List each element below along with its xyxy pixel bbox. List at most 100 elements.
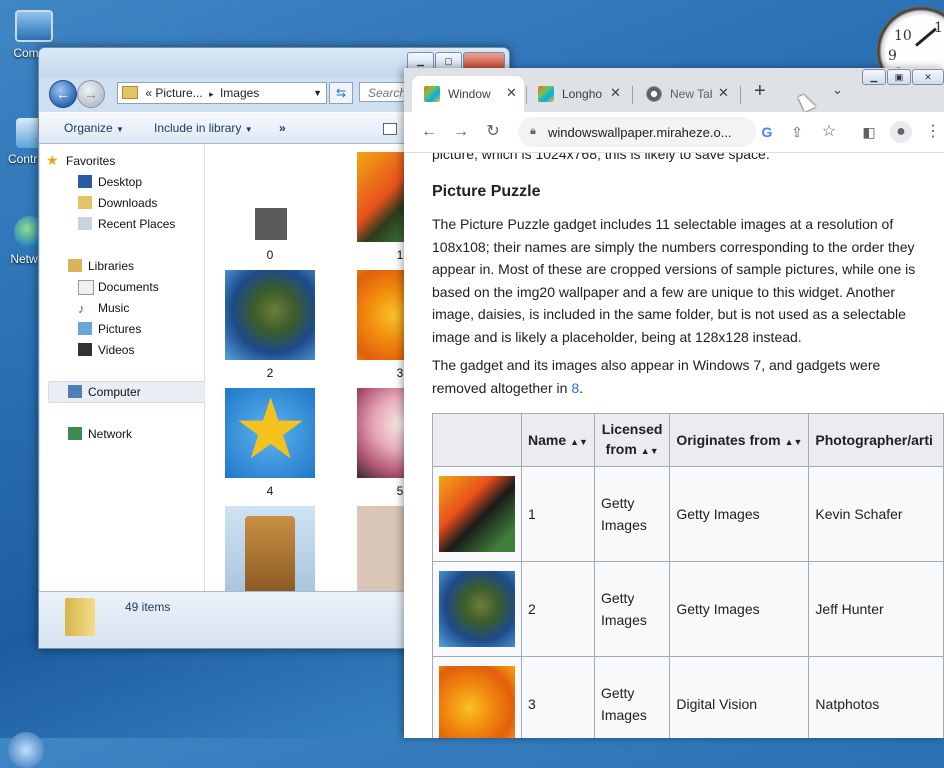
more-commands-button[interactable]: » [279, 121, 286, 135]
close-tab-icon[interactable]: ✕ [610, 85, 621, 101]
back-arrow-icon[interactable]: ← [418, 121, 440, 143]
nav-label: Network [88, 427, 133, 441]
tab-windows-wallpaper[interactable]: Window ✕ [412, 76, 524, 112]
nav-downloads[interactable]: Downloads [78, 196, 157, 210]
nav-desktop[interactable]: Desktop [78, 175, 143, 189]
share-icon[interactable]: ⇪ [786, 121, 808, 143]
new-tab-button[interactable]: + [754, 80, 766, 103]
side-panel-icon[interactable]: ◧ [858, 121, 880, 143]
google-lens-icon[interactable]: G [756, 121, 778, 143]
file-label[interactable]: 0 [225, 248, 315, 262]
header-label: Name [528, 432, 567, 448]
nav-label: Desktop [98, 175, 143, 189]
breadcrumb-overflow[interactable]: « [145, 86, 152, 100]
file-thumbnail-robot[interactable] [225, 506, 315, 592]
omnibox[interactable]: 🔒︎ windowswallpaper.miraheze.o... [518, 117, 756, 147]
table-cell-name: 2 [521, 561, 595, 657]
organize-label: Organize [64, 121, 113, 135]
table-cell-name: 1 [521, 466, 595, 562]
maximize-button[interactable]: ▣ [887, 69, 911, 85]
nav-recent-places[interactable]: Recent Places [78, 217, 175, 231]
breadcrumb-arrow-icon[interactable]: ▸ [209, 89, 214, 99]
music-icon: ♪ [78, 301, 85, 316]
close-button[interactable]: ✕ [912, 69, 944, 85]
view-options-icon[interactable] [383, 123, 397, 135]
table-cell-photographer: Kevin Schafer [808, 466, 944, 562]
table-header-photographer[interactable]: Photographer/arti [808, 413, 944, 467]
tab-new-tab[interactable]: New Tab ✕ [634, 76, 738, 112]
minimize-button[interactable]: ▁ [862, 69, 886, 85]
tab-title: Longho [562, 87, 603, 101]
nav-videos[interactable]: Videos [78, 343, 135, 357]
nav-favorites[interactable]: ★ Favorites [46, 152, 115, 168]
header-label: Photographer/arti [815, 432, 933, 448]
reload-icon[interactable]: ↻ [482, 121, 504, 143]
paragraph-text: The gadget and its images also appear in… [432, 354, 922, 399]
paragraph-text-part: . [579, 379, 583, 396]
paragraph-text: picture, which is 1024x768; this is like… [432, 153, 770, 162]
nav-music[interactable]: ♪ Music [78, 301, 129, 316]
table-header-row: Name ▲▼ Licensed from ▲▼ Originates from ▲▼… [432, 413, 944, 467]
bookmark-star-icon[interactable]: ☆ [818, 121, 840, 143]
include-in-library-menu[interactable]: Include in library ▼ [154, 121, 253, 135]
chrome-toolbar: ← → ↻ 🔒︎ windowswallpaper.miraheze.o... … [404, 112, 944, 153]
section-heading: Picture Puzzle [432, 183, 541, 200]
nav-documents[interactable]: Documents [78, 280, 159, 295]
close-tab-icon[interactable]: ✕ [506, 85, 517, 101]
dropdown-arrow-icon: ▼ [116, 125, 124, 134]
table-header-licensed[interactable]: Licensed from ▲▼ [593, 413, 671, 467]
table-header-name[interactable]: Name ▲▼ [521, 413, 595, 467]
table-header-originates[interactable]: Originates from ▲▼ [669, 413, 810, 467]
organize-menu[interactable]: Organize ▼ [64, 121, 124, 135]
windows-8-link[interactable]: 8 [571, 380, 579, 396]
downloads-folder-icon [78, 196, 92, 209]
nav-label: Videos [98, 343, 135, 357]
robot-shape [245, 516, 295, 592]
table-cell-licensed: Getty Images [593, 561, 671, 657]
nav-label: Pictures [98, 322, 142, 336]
start-orb[interactable] [8, 732, 44, 768]
chrome-icon [646, 86, 662, 102]
chrome-window[interactable]: Window ✕ Longho ✕ New Tab ✕ + ⌄ ▁ ▣ ✕ ← … [404, 68, 944, 738]
forward-button[interactable]: → [77, 80, 105, 108]
nav-network[interactable]: Network [68, 427, 133, 441]
nav-pictures[interactable]: Pictures [78, 322, 142, 336]
tab-longhorn[interactable]: Longho ✕ [526, 76, 630, 112]
table-cell-image [432, 656, 522, 738]
profile-avatar-icon[interactable]: ● [890, 121, 912, 143]
nav-libraries[interactable]: Libraries [68, 259, 134, 273]
tab-search-chevron-icon[interactable]: ⌄ [832, 82, 843, 98]
folder-icon [122, 86, 138, 99]
address-bar[interactable]: « Picture... ▸ Images ▼ [117, 82, 327, 104]
file-label[interactable]: 2 [225, 366, 315, 380]
documents-icon [78, 280, 94, 295]
file-label[interactable]: 4 [225, 484, 315, 498]
item-count: 49 items [125, 600, 171, 614]
images-table: Name ▲▼ Licensed from ▲▼ Originates from ▲▼… [432, 413, 944, 738]
close-tab-icon[interactable]: ✕ [718, 85, 729, 101]
back-button[interactable]: ← [49, 80, 77, 108]
file-thumbnail-2[interactable] [225, 270, 315, 360]
file-thumbnail-4[interactable]: ★ [225, 384, 315, 478]
paragraph-text: The Picture Puzzle gadget includes 11 se… [432, 216, 916, 345]
table-cell-photographer: Jeff Hunter [808, 561, 944, 657]
computer-icon [68, 385, 82, 398]
dropdown-arrow-icon[interactable]: ▼ [313, 83, 322, 103]
forward-arrow-icon[interactable]: → [450, 121, 472, 143]
table-cell-image [432, 561, 522, 657]
breadcrumb-pictures[interactable]: Picture... [155, 86, 202, 100]
breadcrumb-images[interactable]: Images [220, 86, 259, 100]
table-cell-licensed: Getty Images [593, 466, 671, 562]
toucan-image[interactable] [439, 476, 515, 552]
turtle-image[interactable] [439, 571, 515, 647]
desktop-icon [78, 175, 92, 188]
url-text[interactable]: windowswallpaper.miraheze.o... [548, 125, 732, 140]
desktop-icon-label: Com [13, 46, 39, 60]
flower-image[interactable] [439, 666, 515, 738]
nav-computer[interactable]: Computer [68, 385, 141, 399]
refresh-button[interactable]: ⇆ [329, 82, 353, 104]
wiki-favicon [538, 86, 554, 102]
menu-kebab-icon[interactable]: ⋮ [922, 121, 944, 143]
star-icon: ★ [46, 152, 59, 168]
file-thumbnail-0[interactable] [255, 208, 287, 240]
